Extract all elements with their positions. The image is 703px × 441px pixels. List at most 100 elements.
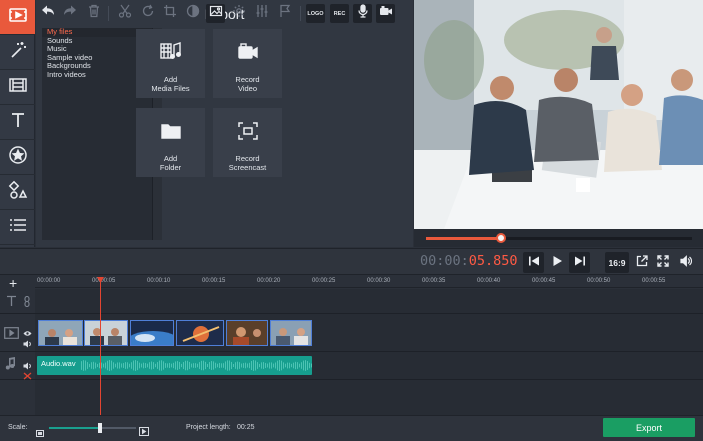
add-folder-button[interactable]: Add Folder bbox=[136, 108, 205, 177]
split-button[interactable] bbox=[115, 4, 134, 23]
export-button[interactable]: Export bbox=[603, 418, 695, 437]
scissors-icon bbox=[118, 4, 132, 23]
rail-shapes-button[interactable] bbox=[0, 175, 35, 210]
waveform-bar bbox=[145, 363, 146, 368]
record-voice-button[interactable] bbox=[353, 4, 372, 23]
waveform-bar bbox=[251, 361, 252, 370]
zoom-out-icon[interactable] bbox=[36, 424, 44, 441]
audio-clip[interactable]: Audio.wav bbox=[37, 356, 312, 375]
waveform-bar bbox=[95, 362, 96, 369]
waveform-bar bbox=[123, 363, 124, 368]
image-icon bbox=[209, 4, 223, 23]
aspect-ratio-label: 16:9 bbox=[608, 257, 626, 268]
waveform-bar bbox=[215, 362, 216, 369]
equalizer-button[interactable] bbox=[252, 4, 271, 23]
waveform-bar bbox=[241, 363, 242, 368]
waveform-bar bbox=[281, 360, 282, 371]
timeline-tick-label: 00:00:50 bbox=[587, 278, 611, 284]
waveform-bar bbox=[143, 362, 144, 369]
detach-player-button[interactable] bbox=[631, 252, 652, 273]
track-volume-icon[interactable] bbox=[23, 335, 32, 353]
rail-titles-button[interactable] bbox=[0, 105, 35, 140]
record-screen-button[interactable]: REC bbox=[330, 4, 349, 23]
image-button[interactable] bbox=[206, 4, 225, 23]
waveform-bar bbox=[107, 360, 108, 371]
video-clip[interactable] bbox=[226, 320, 268, 346]
waveform-bar bbox=[147, 363, 148, 368]
microphone-icon bbox=[356, 4, 370, 23]
waveform-bar bbox=[165, 363, 166, 368]
video-clip[interactable] bbox=[270, 320, 312, 346]
add-media-files-icon bbox=[159, 40, 183, 76]
add-logo-button[interactable]: LOGO bbox=[306, 4, 325, 23]
transitions-icon bbox=[8, 75, 28, 100]
waveform-bar bbox=[149, 362, 150, 369]
timecode-seconds: 05.850 bbox=[468, 253, 518, 269]
waveform-bar bbox=[151, 361, 152, 370]
marker-button[interactable] bbox=[275, 4, 294, 23]
waveform-bar bbox=[305, 360, 306, 371]
link-icon[interactable] bbox=[23, 294, 31, 312]
playhead-line[interactable] bbox=[100, 277, 101, 415]
waveform-bar bbox=[277, 360, 278, 371]
undo-icon bbox=[41, 4, 55, 23]
next-frame-button[interactable] bbox=[569, 252, 590, 273]
record-video-label: Record Video bbox=[235, 75, 260, 93]
fullscreen-icon bbox=[656, 254, 669, 272]
waveform-bar bbox=[187, 360, 188, 371]
settings-button[interactable] bbox=[229, 4, 248, 23]
play-button[interactable] bbox=[546, 252, 567, 273]
video-clip[interactable] bbox=[176, 320, 224, 346]
audio-mute-icon[interactable] bbox=[23, 367, 32, 385]
add-media-files-button[interactable]: Add Media Files bbox=[136, 29, 205, 98]
previous-frame-button[interactable] bbox=[523, 252, 544, 273]
waveform-bar bbox=[257, 362, 258, 369]
record-video-button[interactable]: Record Video bbox=[213, 29, 282, 98]
add-track-button[interactable]: + bbox=[9, 276, 17, 290]
waveform-bar bbox=[263, 362, 264, 369]
rotate-button[interactable] bbox=[138, 4, 157, 23]
rail-filters-button[interactable] bbox=[0, 35, 35, 70]
video-clip[interactable] bbox=[38, 320, 83, 346]
add-folder-icon bbox=[159, 119, 183, 155]
timeline-tick-label: 00:00:25 bbox=[312, 278, 336, 284]
waveform-bar bbox=[173, 362, 174, 369]
waveform-bar bbox=[87, 362, 88, 369]
video-clip[interactable] bbox=[130, 320, 174, 346]
waveform-bar bbox=[101, 362, 102, 369]
crop-button[interactable] bbox=[160, 4, 179, 23]
rail-more-button[interactable] bbox=[0, 210, 35, 245]
waveform-bar bbox=[223, 363, 224, 368]
volume-button[interactable] bbox=[675, 252, 696, 273]
magic-wand-icon bbox=[8, 40, 28, 65]
undo-button[interactable] bbox=[38, 4, 57, 23]
scale-slider-knob[interactable] bbox=[98, 423, 102, 433]
waveform-bar bbox=[85, 360, 86, 371]
waveform-bar bbox=[205, 361, 206, 370]
equalizer-icon bbox=[255, 4, 269, 23]
waveform-bar bbox=[225, 361, 226, 370]
playback-knob[interactable] bbox=[496, 233, 506, 243]
waveform-bar bbox=[153, 362, 154, 369]
rail-import-button[interactable] bbox=[0, 0, 35, 35]
waveform-bar bbox=[239, 362, 240, 369]
fullscreen-button[interactable] bbox=[652, 252, 673, 273]
waveform-bar bbox=[271, 362, 272, 369]
titles-icon bbox=[8, 110, 28, 135]
record-webcam-button[interactable] bbox=[376, 4, 395, 23]
color-adjust-button[interactable] bbox=[183, 4, 202, 23]
aspect-ratio-button[interactable]: 16:9 bbox=[605, 252, 629, 273]
delete-button[interactable] bbox=[84, 4, 103, 23]
record-screencast-button[interactable]: Record Screencast bbox=[213, 108, 282, 177]
waveform-bar bbox=[193, 363, 194, 368]
waveform-bar bbox=[83, 360, 84, 371]
redo-button[interactable] bbox=[60, 4, 79, 23]
rail-transitions-button[interactable] bbox=[0, 70, 35, 105]
waveform-bar bbox=[253, 360, 254, 371]
toolbar-divider bbox=[108, 6, 109, 21]
video-clip[interactable] bbox=[84, 320, 128, 346]
waveform-bar bbox=[279, 360, 280, 371]
waveform-bar bbox=[135, 360, 136, 371]
zoom-in-icon[interactable] bbox=[139, 423, 149, 441]
rail-stickers-button[interactable] bbox=[0, 140, 35, 175]
